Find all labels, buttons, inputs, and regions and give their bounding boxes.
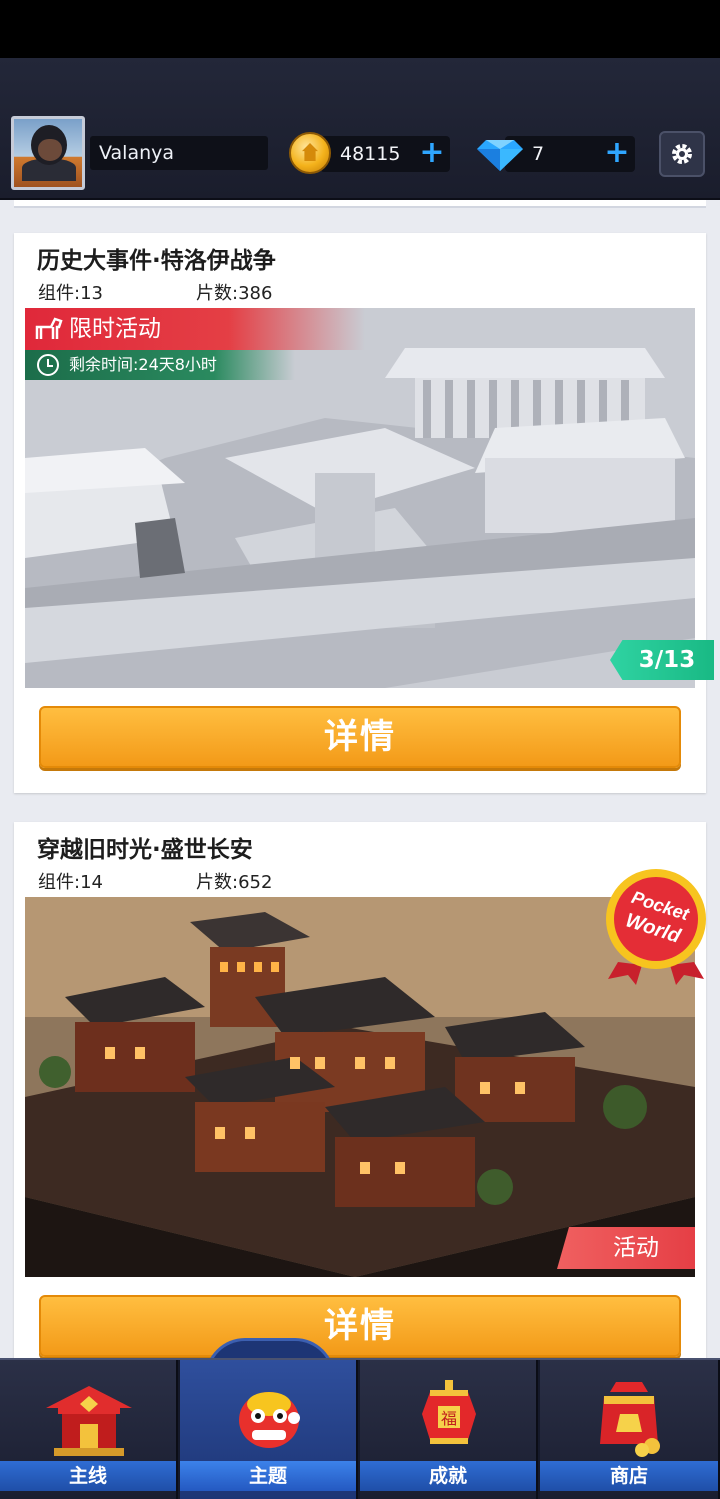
gem-value: 7 [532, 143, 545, 165]
theme-card: 历史大事件·特洛伊战争 组件:13 片数:386 限时活动 剩余时间:24天8小… [14, 233, 714, 793]
fu-lantern-icon: 福 [422, 1380, 476, 1444]
time-remaining-banner: 剩余时间:24天8小时 [25, 350, 295, 380]
status-bar [0, 0, 720, 58]
settings-button[interactable] [659, 131, 705, 177]
tab-label: 成就 [360, 1461, 536, 1491]
tab-main-line[interactable]: 主线 [0, 1360, 178, 1499]
bottom-nav: 主线 主题 福 成就 商店 [0, 1358, 720, 1499]
theme-list[interactable]: 历史大事件·特洛伊战争 组件:13 片数:386 限时活动 剩余时间:24天8小… [0, 200, 720, 1360]
pagoda-icon [46, 1386, 132, 1456]
shop-bag-icon [600, 1382, 660, 1457]
trojan-horse-icon [35, 317, 63, 339]
tab-label: 商店 [540, 1461, 718, 1491]
add-gems-button[interactable]: + [601, 138, 633, 170]
previous-card-edge [14, 200, 706, 208]
changan-city-illustration [25, 897, 695, 1277]
coin-icon [289, 132, 331, 174]
theme-preview-image[interactable]: 限时活动 剩余时间:24天8小时 [25, 308, 695, 688]
limited-event-label: 限时活动 [69, 316, 161, 342]
tab-shop[interactable]: 商店 [540, 1360, 720, 1499]
pocket-world-badge: Pocket World [606, 869, 706, 985]
clock-icon [37, 354, 59, 376]
svg-text:福: 福 [441, 1409, 457, 1428]
details-button[interactable]: 详情 [39, 706, 681, 768]
username-label: Valanya [90, 136, 268, 170]
coin-value: 48115 [340, 143, 401, 165]
tab-achievements[interactable]: 福 成就 [360, 1360, 538, 1499]
progress-tag: 3/13 [610, 640, 714, 680]
tab-label: 主线 [0, 1461, 176, 1491]
component-count: 组件:13 [38, 283, 103, 304]
add-coins-button[interactable]: + [416, 138, 448, 170]
diamond-icon [477, 140, 523, 171]
tab-label: 主题 [180, 1461, 356, 1491]
piece-count: 片数:652 [196, 872, 273, 893]
tab-theme[interactable]: 主题 [180, 1360, 358, 1499]
details-button[interactable]: 详情 [39, 1295, 681, 1357]
event-tag: 活动 [557, 1227, 695, 1269]
avatar[interactable] [11, 116, 85, 190]
time-remaining-label: 剩余时间:24天8小时 [69, 355, 217, 374]
limited-event-banner: 限时活动 [25, 308, 365, 350]
top-bar [0, 58, 720, 200]
gear-icon [672, 144, 692, 164]
piece-count: 片数:386 [196, 283, 273, 304]
component-count: 组件:14 [38, 872, 103, 893]
theme-title: 穿越旧时光·盛世长安 [37, 837, 253, 863]
theme-preview-image[interactable]: 活动 [25, 897, 695, 1277]
lion-head-icon [239, 1392, 300, 1448]
theme-title: 历史大事件·特洛伊战争 [37, 248, 276, 274]
